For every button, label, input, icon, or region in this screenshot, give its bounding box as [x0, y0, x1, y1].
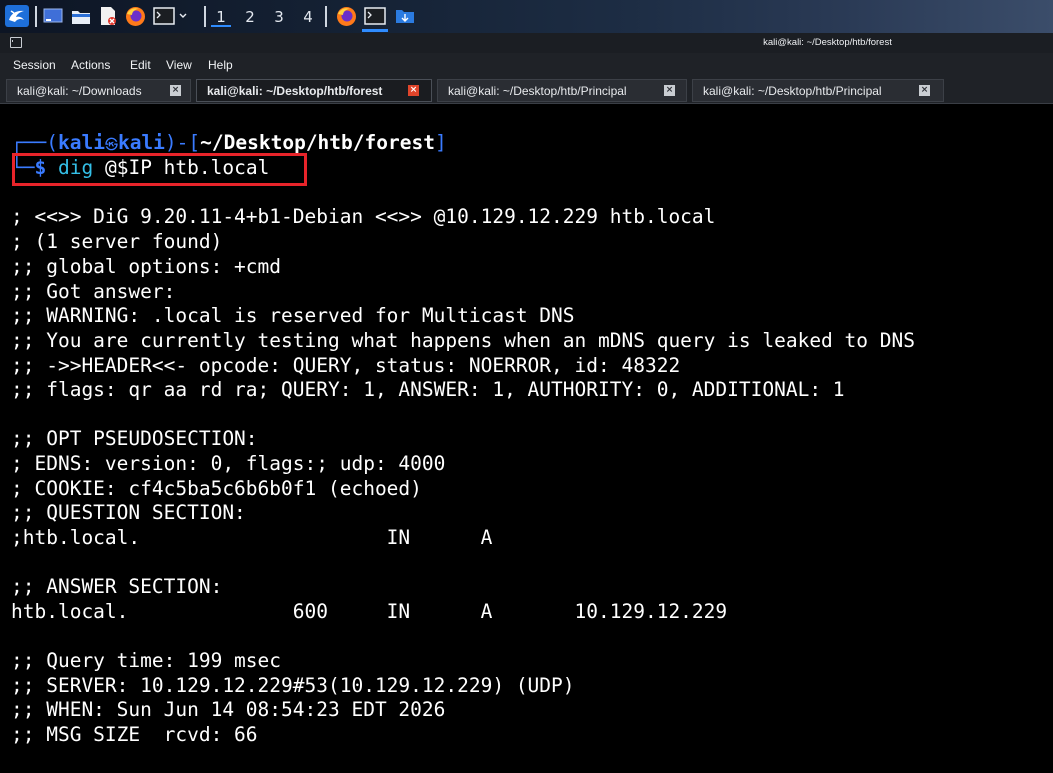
tab-downloads[interactable]: kali@kali: ~/Downloads ×: [6, 79, 191, 102]
prompt-host: kali: [117, 131, 165, 154]
output-line: ;; global options: +cmd: [11, 255, 282, 278]
tab-close-icon[interactable]: ×: [664, 85, 675, 96]
prompt-user: kali: [57, 131, 105, 154]
output-line: ;; WHEN: Sun Jun 14 08:54:23 EDT 2026: [11, 698, 446, 721]
output-line: ;; QUESTION SECTION:: [11, 501, 246, 524]
output-line: ;htb.local. IN A: [11, 526, 493, 549]
prompt-frame: ]: [434, 131, 447, 154]
output-line: ; (1 server found): [11, 230, 223, 253]
show-desktop-icon[interactable]: [42, 6, 64, 26]
menu-help[interactable]: Help: [208, 58, 233, 72]
menu-edit[interactable]: Edit: [130, 58, 151, 72]
prompt-at-symbol: ㉿: [104, 138, 118, 153]
tab-label: kali@kali: ~/Desktop/htb/Principal: [703, 84, 882, 98]
tab-close-icon[interactable]: ×: [170, 85, 181, 96]
output-line: ;; flags: qr aa rd ra; QUERY: 1, ANSWER:…: [11, 378, 845, 401]
output-line: ;; ANSWER SECTION:: [11, 575, 223, 598]
tab-principal-1[interactable]: kali@kali: ~/Desktop/htb/Principal ×: [437, 79, 687, 102]
terminal-window-icon: [10, 37, 22, 48]
workspace-3[interactable]: 3: [269, 7, 289, 27]
panel-separator: [204, 6, 206, 27]
tab-label: kali@kali: ~/Downloads: [17, 84, 142, 98]
terminal-task-icon[interactable]: [363, 6, 387, 26]
output-line: ;; Query time: 199 msec: [11, 649, 282, 672]
prompt-header-line: ┌──(kali㉿kali)-[~/Desktop/htb/forest]: [11, 131, 447, 155]
menu-bar: Session Actions Edit View Help: [0, 53, 1053, 77]
tab-close-icon[interactable]: ×: [919, 85, 930, 96]
output-line: ; <<>> DiG 9.20.11-4+b1-Debian <<>> @10.…: [11, 205, 716, 228]
prompt-path: ~/Desktop/htb/forest: [200, 131, 435, 154]
output-line: ;; You are currently testing what happen…: [11, 329, 915, 352]
terminal-output-area[interactable]: ┌──(kali㉿kali)-[~/Desktop/htb/forest] └─…: [0, 104, 1053, 773]
command-highlight-box: [12, 153, 307, 186]
terminal-launcher-icon[interactable]: [152, 6, 190, 26]
panel-separator: [325, 6, 327, 27]
firefox-task-icon[interactable]: [334, 6, 358, 26]
output-line: ;; Got answer:: [11, 280, 176, 303]
output-line: ;; WARNING: .local is reserved for Multi…: [11, 304, 575, 327]
prompt-frame: ┌──(: [11, 131, 58, 154]
menu-actions[interactable]: Actions: [71, 58, 110, 72]
menu-view[interactable]: View: [166, 58, 192, 72]
output-line: ;; SERVER: 10.129.12.229#53(10.129.12.22…: [11, 674, 575, 697]
output-line: ; COOKIE: cf4c5ba5c6b6b0f1 (echoed): [11, 477, 422, 500]
output-line: ; EDNS: version: 0, flags:; udp: 4000: [11, 452, 446, 475]
kali-menu-icon[interactable]: [4, 5, 30, 27]
panel-separator: [35, 6, 37, 27]
tab-principal-2[interactable]: kali@kali: ~/Desktop/htb/Principal ×: [692, 79, 944, 102]
output-line: ;; ->>HEADER<<- opcode: QUERY, status: N…: [11, 354, 681, 377]
output-line: ;; OPT PSEUDOSECTION:: [11, 427, 258, 450]
text-editor-icon[interactable]: [97, 6, 119, 26]
top-panel: 1 2 3 4: [0, 0, 1053, 33]
menu-session[interactable]: Session: [13, 58, 56, 72]
prompt-frame: )-[: [164, 131, 201, 154]
tab-label: kali@kali: ~/Desktop/htb/Principal: [448, 84, 627, 98]
firefox-icon[interactable]: [123, 6, 147, 26]
tab-close-icon[interactable]: ×: [408, 85, 419, 96]
window-titlebar: kali@kali: ~/Desktop/htb/forest: [0, 33, 1053, 53]
tab-bar: kali@kali: ~/Downloads × kali@kali: ~/De…: [0, 77, 1053, 104]
active-task-indicator: [362, 29, 388, 32]
tab-label: kali@kali: ~/Desktop/htb/forest: [207, 84, 383, 98]
workspace-4[interactable]: 4: [298, 7, 318, 27]
tab-forest[interactable]: kali@kali: ~/Desktop/htb/forest ×: [196, 79, 432, 102]
window-title: kali@kali: ~/Desktop/htb/forest: [763, 37, 892, 48]
workspace-1[interactable]: 1: [211, 7, 231, 27]
downloads-folder-task-icon[interactable]: [393, 6, 417, 26]
output-line: htb.local. 600 IN A 10.129.12.229: [11, 600, 728, 623]
output-line: ;; MSG SIZE rcvd: 66: [11, 723, 258, 746]
file-manager-icon[interactable]: [70, 6, 92, 26]
workspace-2[interactable]: 2: [240, 7, 260, 27]
